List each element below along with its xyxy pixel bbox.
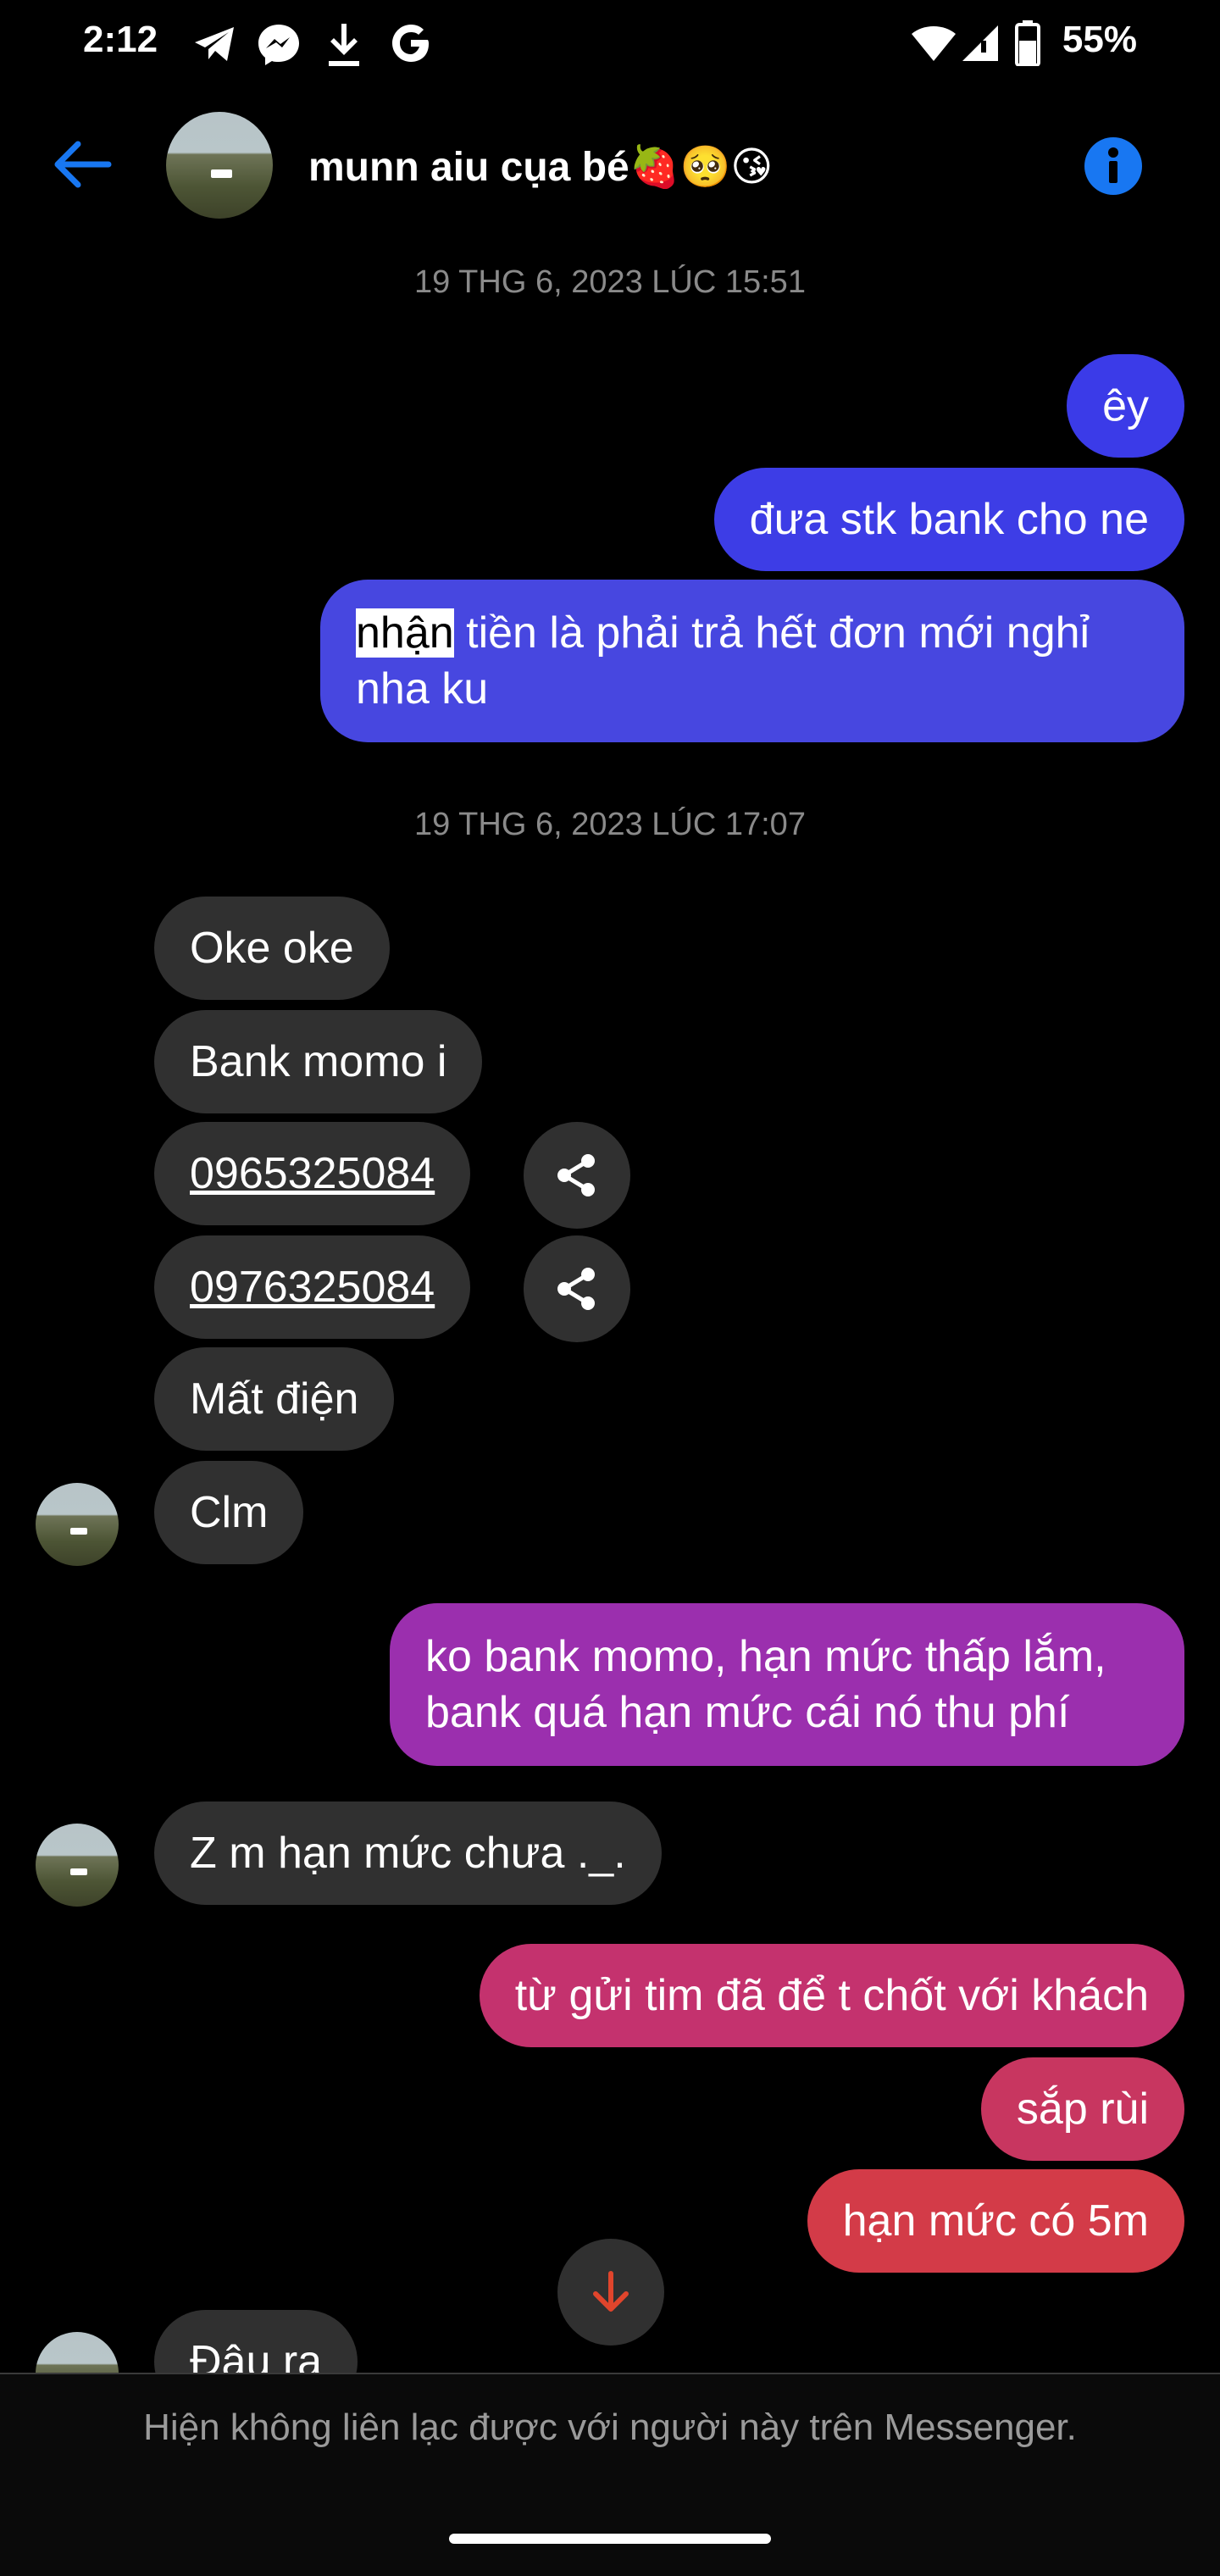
- message-incoming[interactable]: Mất điện: [154, 1347, 395, 1451]
- message-outgoing[interactable]: hạn mức có 5m: [807, 2169, 1184, 2273]
- message-outgoing[interactable]: từ gửi tim đã để t chốt với khách: [479, 1944, 1184, 2047]
- message-outgoing[interactable]: nhận tiền là phải trả hết đơn mới nghỉ n…: [320, 580, 1184, 742]
- message-incoming[interactable]: 0976325084: [154, 1235, 471, 1339]
- message-outgoing[interactable]: đưa stk bank cho ne: [713, 468, 1184, 571]
- battery-icon: [1015, 20, 1040, 66]
- message-text: tiền là phải trả hết đơn mới nghỉ nha ku: [356, 608, 1090, 713]
- google-icon: [392, 25, 429, 62]
- unavailable-notice: Hiện không liên lạc được với người này t…: [143, 2407, 1077, 2448]
- message-incoming[interactable]: Clm: [154, 1461, 304, 1564]
- message-incoming[interactable]: Bank momo i: [154, 1010, 483, 1113]
- message-outgoing[interactable]: ko bank momo, hạn mức thấp lắm, bank quá…: [390, 1603, 1184, 1766]
- download-icon: [329, 24, 359, 66]
- contact-name[interactable]: munn aiu cụa bé🍓🥺😘: [308, 142, 773, 191]
- back-arrow-icon[interactable]: [53, 139, 112, 190]
- phone-link[interactable]: 0976325084: [190, 1263, 435, 1312]
- phone-link[interactable]: 0965325084: [190, 1149, 435, 1198]
- sender-avatar[interactable]: [36, 1483, 119, 1566]
- divider: [0, 2373, 1220, 2374]
- timestamp: 19 THG 6, 2023 LÚC 17:07: [414, 807, 806, 842]
- messenger-icon: [258, 25, 299, 65]
- contact-avatar[interactable]: [166, 112, 273, 219]
- timestamp: 19 THG 6, 2023 LÚC 15:51: [414, 264, 806, 300]
- info-icon[interactable]: [1083, 136, 1144, 197]
- telegram-icon: [195, 27, 234, 61]
- message-incoming[interactable]: 0965325084: [154, 1122, 471, 1225]
- sender-avatar[interactable]: [36, 1824, 119, 1907]
- message-outgoing[interactable]: sắp rùi: [980, 2057, 1184, 2161]
- wifi-icon: [912, 26, 956, 61]
- scroll-to-bottom-button[interactable]: [557, 2239, 664, 2346]
- home-indicator[interactable]: [449, 2534, 771, 2544]
- highlighted-word: nhận: [356, 608, 454, 658]
- footer-bar: [0, 2373, 1220, 2576]
- message-incoming[interactable]: Oke oke: [154, 897, 390, 1000]
- share-icon: [557, 1154, 595, 1196]
- share-button[interactable]: [524, 1122, 630, 1229]
- message-incoming[interactable]: Z m hạn mức chưa ._.: [154, 1802, 662, 1905]
- message-outgoing[interactable]: êy: [1067, 354, 1184, 458]
- battery-percent: 55%: [1062, 19, 1137, 60]
- status-time: 2:12: [83, 19, 158, 60]
- arrow-down-icon: [593, 2271, 629, 2312]
- share-button[interactable]: [524, 1235, 630, 1342]
- share-icon: [557, 1268, 595, 1310]
- signal-icon: [962, 25, 998, 61]
